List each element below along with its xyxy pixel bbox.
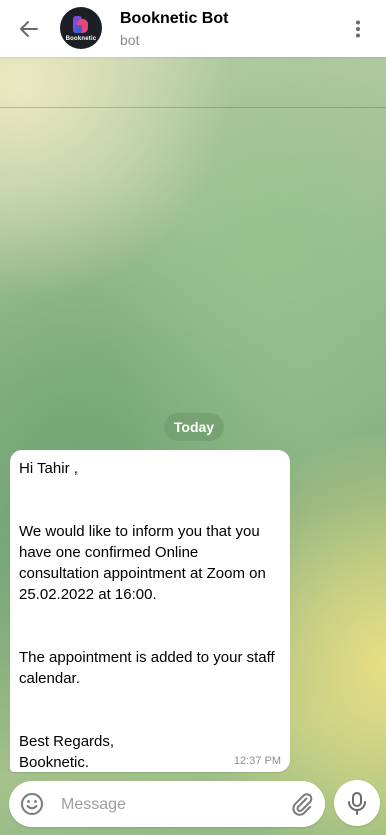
message-time: 12:37 PM bbox=[233, 755, 281, 767]
arrow-left-icon bbox=[20, 21, 38, 37]
voice-button[interactable] bbox=[334, 780, 380, 826]
chat-title[interactable]: Booknetic Bot bbox=[120, 10, 228, 28]
divider bbox=[0, 107, 386, 108]
bot-avatar[interactable]: Booknetic bbox=[60, 7, 102, 49]
booknetic-logo-icon bbox=[73, 16, 88, 33]
attach-button[interactable] bbox=[290, 792, 314, 816]
emoji-button[interactable] bbox=[20, 792, 44, 816]
message-line: We would like to inform you that you hav… bbox=[19, 523, 266, 603]
chat-subtitle: bot bbox=[120, 32, 140, 48]
menu-button[interactable] bbox=[346, 17, 370, 41]
message-input[interactable] bbox=[59, 789, 283, 821]
message-line: Best Regards, bbox=[19, 733, 115, 750]
more-vertical-icon bbox=[356, 20, 360, 38]
date-badge: Today bbox=[164, 413, 224, 441]
microphone-icon bbox=[348, 792, 366, 815]
chat-area[interactable]: Today Hi Tahir , We would like to inform… bbox=[0, 57, 386, 835]
message-bubble[interactable]: Hi Tahir , We would like to inform you t… bbox=[10, 450, 290, 772]
message-line: The appointment is added to your staff c… bbox=[19, 649, 275, 687]
message-line: Hi Tahir , bbox=[19, 460, 78, 477]
back-button[interactable] bbox=[16, 16, 42, 42]
avatar-label: Booknetic bbox=[65, 36, 97, 42]
paperclip-icon bbox=[292, 793, 313, 816]
chat-header: Booknetic Booknetic Bot bot bbox=[0, 0, 386, 57]
message-composer bbox=[9, 781, 325, 827]
smile-icon bbox=[21, 793, 43, 815]
message-text: Hi Tahir , We would like to inform you t… bbox=[19, 458, 281, 773]
